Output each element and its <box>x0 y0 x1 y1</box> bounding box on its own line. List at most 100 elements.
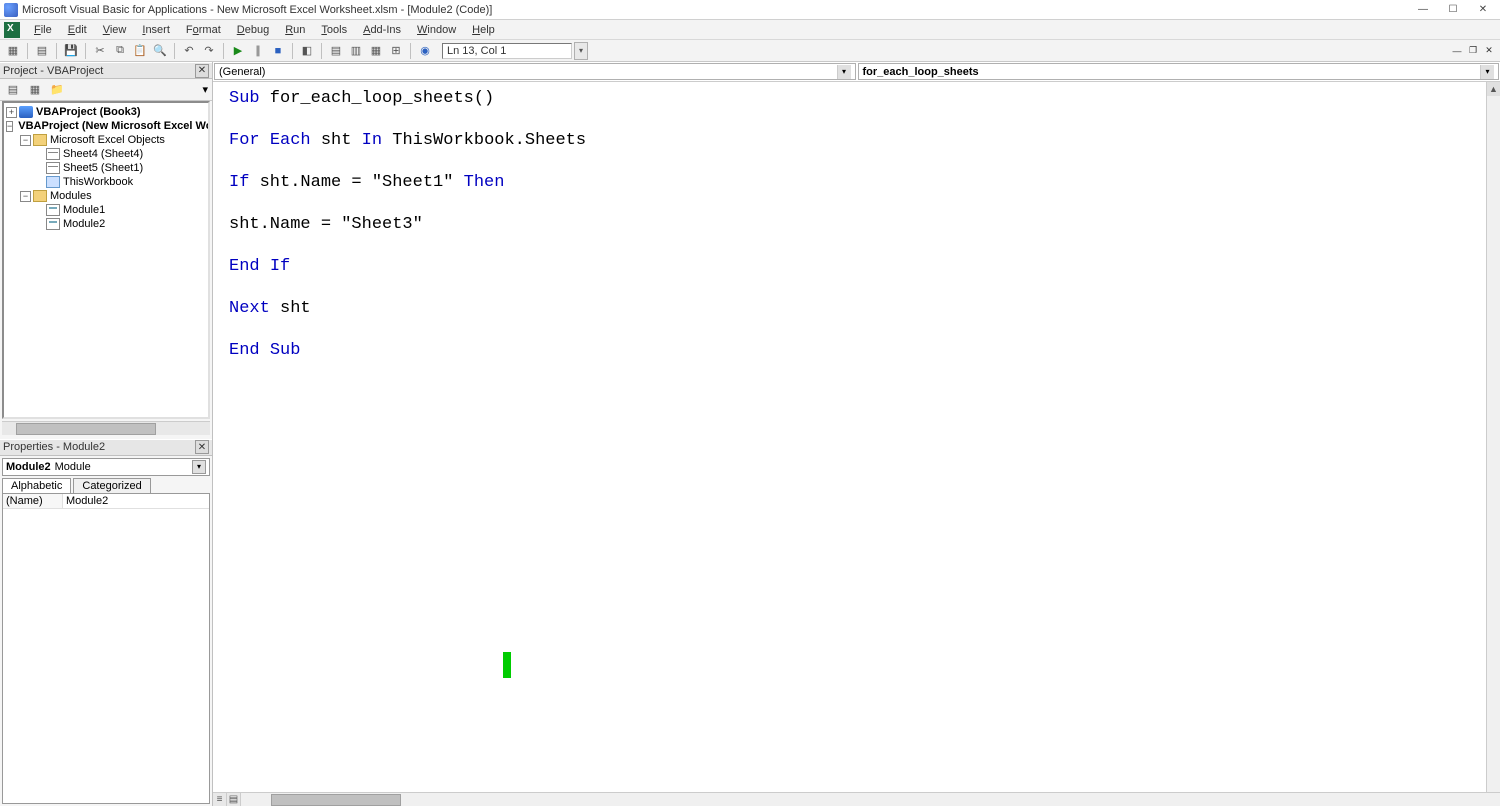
toolbar-options-dropdown[interactable]: ▾ <box>574 42 588 60</box>
project-toolbar-options[interactable]: ▾ <box>202 83 208 96</box>
project-explorer-icon[interactable]: ▤ <box>327 42 345 60</box>
code-vscrollbar[interactable]: ▲ <box>1486 82 1500 792</box>
menu-window[interactable]: Window <box>409 22 464 38</box>
full-module-view-icon[interactable]: ▤ <box>227 793 241 806</box>
mdi-minimize-button[interactable]: — <box>1450 44 1464 58</box>
dropdown-icon[interactable]: ▾ <box>192 460 206 474</box>
view-excel-icon[interactable]: ▦ <box>4 42 22 60</box>
tree-module1[interactable]: Module1 <box>6 203 206 217</box>
properties-panel-close-button[interactable]: ✕ <box>195 440 209 454</box>
redo-icon[interactable]: ↷ <box>200 42 218 60</box>
window-title: Microsoft Visual Basic for Applications … <box>22 4 492 16</box>
toolbox-icon[interactable]: ⊞ <box>387 42 405 60</box>
properties-object-selector[interactable]: Module2 Module ▾ <box>2 458 210 476</box>
scrollbar-thumb[interactable] <box>16 423 156 435</box>
property-key: (Name) <box>3 494 63 508</box>
undo-icon[interactable]: ↶ <box>180 42 198 60</box>
view-code-icon[interactable]: ▤ <box>4 81 22 99</box>
code-window: (General) ▾ for_each_loop_sheets ▾ Sub f… <box>213 62 1500 806</box>
view-object-icon[interactable]: ▦ <box>26 81 44 99</box>
break-icon[interactable]: ∥ <box>249 42 267 60</box>
menu-file[interactable]: File <box>26 22 60 38</box>
folder-icon <box>33 190 47 202</box>
properties-panel-title: Properties - Module2 <box>3 441 105 453</box>
collapse-icon[interactable]: − <box>20 191 31 202</box>
worksheet-icon <box>46 148 60 160</box>
project-tree[interactable]: + VBAProject (Book3) − VBAProject (New M… <box>2 101 210 419</box>
project-icon <box>19 106 33 118</box>
menu-help[interactable]: Help <box>464 22 503 38</box>
workbook-icon <box>46 176 60 188</box>
mdi-restore-button[interactable]: ❐ <box>1466 44 1480 58</box>
tree-excel-objects[interactable]: − Microsoft Excel Objects <box>6 133 206 147</box>
design-mode-icon[interactable]: ◧ <box>298 42 316 60</box>
module-icon <box>46 204 60 216</box>
tree-module2[interactable]: Module2 <box>6 217 206 231</box>
code-editor[interactable]: Sub for_each_loop_sheets() For Each sht … <box>213 82 1500 806</box>
tree-sheet4[interactable]: Sheet4 (Sheet4) <box>6 147 206 161</box>
mdi-close-button[interactable]: ✕ <box>1482 44 1496 58</box>
app-icon <box>4 3 18 17</box>
collapse-icon[interactable]: − <box>20 135 31 146</box>
insert-module-icon[interactable]: ▤ <box>33 42 51 60</box>
tree-modules[interactable]: − Modules <box>6 189 206 203</box>
save-icon[interactable]: 💾 <box>62 42 80 60</box>
find-icon[interactable]: 🔍 <box>151 42 169 60</box>
dropdown-icon[interactable]: ▾ <box>837 65 851 79</box>
properties-tabs: Alphabetic Categorized <box>2 478 210 493</box>
title-bar: Microsoft Visual Basic for Applications … <box>0 0 1500 20</box>
menu-format[interactable]: Format <box>178 22 229 38</box>
toggle-folders-icon[interactable]: 📁 <box>48 81 66 99</box>
help-icon[interactable]: ◉ <box>416 42 434 60</box>
menu-run[interactable]: Run <box>277 22 313 38</box>
minimize-button[interactable]: — <box>1410 2 1436 18</box>
code-hscrollbar: ≡ ▤ <box>213 792 1500 806</box>
procedure-view-icon[interactable]: ≡ <box>213 793 227 806</box>
menu-insert[interactable]: Insert <box>134 22 178 38</box>
property-value[interactable]: Module2 <box>63 494 209 508</box>
project-explorer-close-button[interactable]: ✕ <box>195 64 209 78</box>
menu-view[interactable]: View <box>95 22 135 38</box>
hscroll-track[interactable] <box>241 793 1500 806</box>
menu-debug[interactable]: Debug <box>229 22 277 38</box>
menu-edit[interactable]: Edit <box>60 22 95 38</box>
copy-icon[interactable]: ⧉ <box>111 42 129 60</box>
property-row-name[interactable]: (Name) Module2 <box>3 494 209 509</box>
procedure-combo[interactable]: for_each_loop_sheets ▾ <box>858 63 1500 80</box>
close-button[interactable]: ✕ <box>1470 2 1496 18</box>
tree-sheet5[interactable]: Sheet5 (Sheet1) <box>6 161 206 175</box>
excel-icon[interactable] <box>4 22 20 38</box>
menu-tools[interactable]: Tools <box>313 22 355 38</box>
reset-icon[interactable]: ■ <box>269 42 287 60</box>
expand-icon[interactable]: + <box>6 107 17 118</box>
worksheet-icon <box>46 162 60 174</box>
project-explorer-title: Project - VBAProject <box>3 65 103 77</box>
paste-icon[interactable]: 📋 <box>131 42 149 60</box>
project-tree-hscrollbar[interactable] <box>2 421 210 435</box>
object-browser-icon[interactable]: ▦ <box>367 42 385 60</box>
properties-panel-header: Properties - Module2 ✕ <box>0 439 212 456</box>
tab-alphabetic[interactable]: Alphabetic <box>2 478 71 493</box>
tab-categorized[interactable]: Categorized <box>73 478 150 493</box>
tree-thisworkbook[interactable]: ThisWorkbook <box>6 175 206 189</box>
properties-window-icon[interactable]: ▥ <box>347 42 365 60</box>
object-combo[interactable]: (General) ▾ <box>214 63 856 80</box>
project-explorer-header: Project - VBAProject ✕ <box>0 62 212 79</box>
tree-project-main[interactable]: − VBAProject (New Microsoft Excel Worksl <box>6 119 206 133</box>
collapse-icon[interactable]: − <box>6 121 13 132</box>
tree-project-book3[interactable]: + VBAProject (Book3) <box>6 105 206 119</box>
standard-toolbar: ▦ ▤ 💾 ✂ ⧉ 📋 🔍 ↶ ↷ ▶ ∥ ■ ◧ ▤ ▥ ▦ ⊞ ◉ Ln 1… <box>0 40 1500 62</box>
cut-icon[interactable]: ✂ <box>91 42 109 60</box>
project-explorer-toolbar: ▤ ▦ 📁 ▾ <box>0 79 212 101</box>
scroll-up-icon[interactable]: ▲ <box>1487 82 1500 96</box>
menu-addins[interactable]: Add-Ins <box>355 22 409 38</box>
line-column-indicator: Ln 13, Col 1 <box>442 43 572 59</box>
maximize-button[interactable]: ☐ <box>1440 2 1466 18</box>
dropdown-icon[interactable]: ▾ <box>1480 65 1494 79</box>
menu-bar: File Edit View Insert Format Debug Run T… <box>0 20 1500 40</box>
module-icon <box>46 218 60 230</box>
run-icon[interactable]: ▶ <box>229 42 247 60</box>
folder-icon <box>33 134 47 146</box>
properties-grid[interactable]: (Name) Module2 <box>2 493 210 805</box>
scrollbar-thumb[interactable] <box>271 794 401 806</box>
